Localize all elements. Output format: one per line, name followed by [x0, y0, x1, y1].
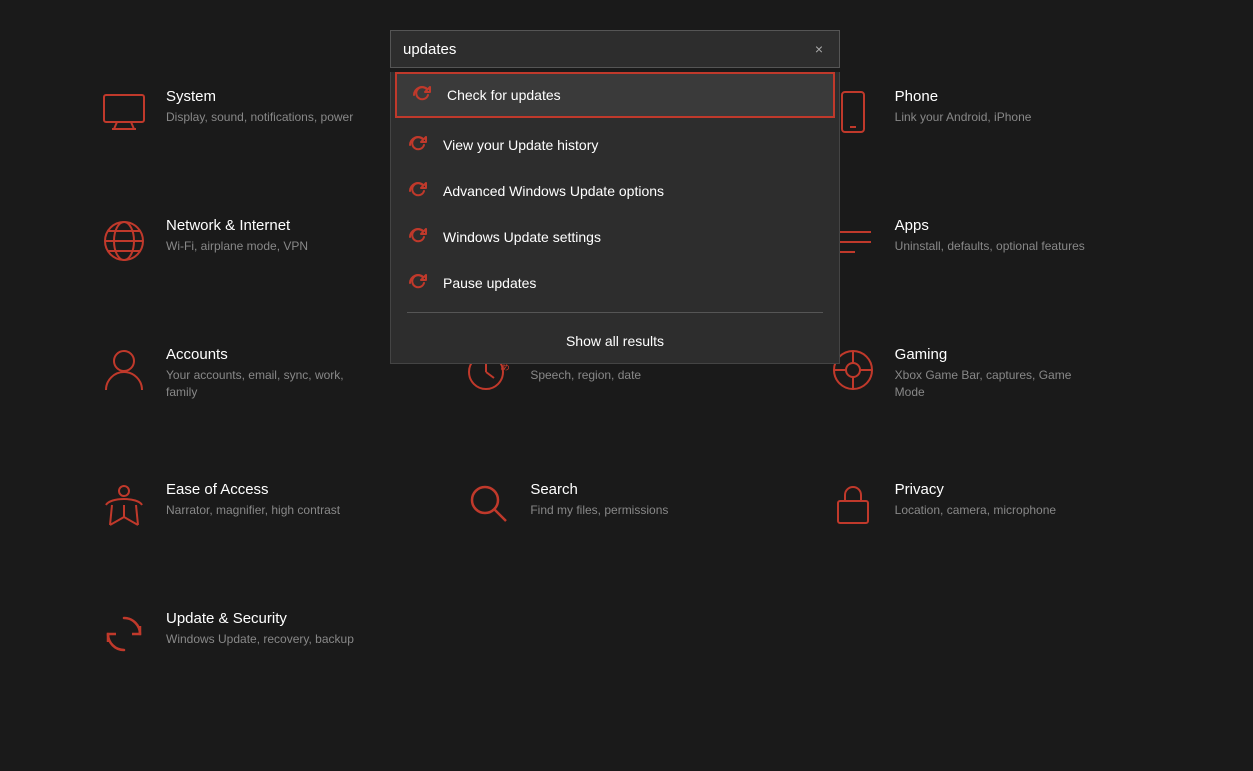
dropdown-divider [407, 312, 823, 313]
refresh-icon-2 [407, 136, 429, 154]
dropdown-item-check-for-updates[interactable]: Check for updates [395, 72, 835, 118]
settings-item-search[interactable]: Search Find my files, permissions [444, 453, 808, 582]
search-input[interactable] [403, 41, 803, 58]
settings-subtitle-phone: Link your Android, iPhone [895, 109, 1032, 126]
search-icon [464, 481, 512, 529]
settings-item-phone[interactable]: Phone Link your Android, iPhone [809, 60, 1173, 189]
settings-text-search: Search Find my files, permissions [530, 481, 668, 519]
settings-title-update-security: Update & Security [166, 610, 354, 627]
refresh-icon [411, 86, 433, 104]
settings-title-ease-of-access: Ease of Access [166, 481, 340, 498]
settings-subtitle-gaming: Xbox Game Bar, captures, Game Mode [895, 367, 1095, 401]
dropdown-item-view-history[interactable]: View your Update history [391, 122, 839, 168]
settings-text-privacy: Privacy Location, camera, microphone [895, 481, 1056, 519]
settings-empty-6 [809, 582, 1173, 711]
dropdown-item-label-3: Advanced Windows Update options [443, 183, 664, 199]
settings-subtitle-update-security: Windows Update, recovery, backup [166, 631, 354, 648]
globe-icon [100, 217, 148, 265]
monitor-icon [100, 88, 148, 136]
settings-title-gaming: Gaming [895, 346, 1095, 363]
refresh-icon-3 [407, 182, 429, 200]
settings-title-apps: Apps [895, 217, 1085, 234]
dropdown-item-pause-updates[interactable]: Pause updates [391, 260, 839, 306]
settings-subtitle-apps: Uninstall, defaults, optional features [895, 238, 1085, 255]
settings-subtitle-time-language: Speech, region, date [530, 367, 648, 384]
show-all-results-label: Show all results [566, 333, 664, 349]
dropdown-item-label-4: Windows Update settings [443, 229, 601, 245]
settings-title-network: Network & Internet [166, 217, 308, 234]
search-dropdown: Check for updates View your Update histo… [390, 72, 840, 364]
settings-item-privacy[interactable]: Privacy Location, camera, microphone [809, 453, 1173, 582]
dropdown-item-label-5: Pause updates [443, 275, 536, 291]
settings-subtitle-ease-of-access: Narrator, magnifier, high contrast [166, 502, 340, 519]
dropdown-item-label: Check for updates [447, 87, 561, 103]
dropdown-item-advanced-options[interactable]: Advanced Windows Update options [391, 168, 839, 214]
refresh-icon-5 [407, 274, 429, 292]
person-icon [100, 346, 148, 394]
settings-subtitle-search: Find my files, permissions [530, 502, 668, 519]
settings-title-search: Search [530, 481, 668, 498]
settings-subtitle-network: Wi-Fi, airplane mode, VPN [166, 238, 308, 255]
settings-title-phone: Phone [895, 88, 1032, 105]
settings-text-gaming: Gaming Xbox Game Bar, captures, Game Mod… [895, 346, 1095, 401]
settings-item-ease-of-access[interactable]: Ease of Access Narrator, magnifier, high… [80, 453, 444, 582]
settings-item-gaming[interactable]: Gaming Xbox Game Bar, captures, Game Mod… [809, 318, 1173, 453]
settings-text-apps: Apps Uninstall, defaults, optional featu… [895, 217, 1085, 255]
settings-text-system: System Display, sound, notifications, po… [166, 88, 353, 126]
settings-subtitle-privacy: Location, camera, microphone [895, 502, 1056, 519]
settings-text-update-security: Update & Security Windows Update, recove… [166, 610, 354, 648]
privacy-icon [829, 481, 877, 529]
settings-item-apps[interactable]: Apps Uninstall, defaults, optional featu… [809, 189, 1173, 318]
search-overlay: × Check for updates View your Update his… [390, 30, 840, 364]
settings-text-ease-of-access: Ease of Access Narrator, magnifier, high… [166, 481, 340, 519]
settings-text-accounts: Accounts Your accounts, email, sync, wor… [166, 346, 366, 401]
settings-empty-5 [444, 582, 808, 711]
settings-text-phone: Phone Link your Android, iPhone [895, 88, 1032, 126]
refresh-icon-4 [407, 228, 429, 246]
settings-subtitle-system: Display, sound, notifications, power [166, 109, 353, 126]
search-clear-button[interactable]: × [811, 39, 827, 59]
dropdown-item-label-2: View your Update history [443, 137, 598, 153]
settings-title-system: System [166, 88, 353, 105]
settings-title-privacy: Privacy [895, 481, 1056, 498]
settings-text-network: Network & Internet Wi-Fi, airplane mode,… [166, 217, 308, 255]
settings-item-update-security[interactable]: Update & Security Windows Update, recove… [80, 582, 444, 711]
update-security-icon [100, 610, 148, 658]
ease-of-access-icon [100, 481, 148, 529]
settings-title-accounts: Accounts [166, 346, 366, 363]
show-all-results-button[interactable]: Show all results [391, 319, 839, 363]
search-input-container: × [390, 30, 840, 68]
dropdown-item-windows-update-settings[interactable]: Windows Update settings [391, 214, 839, 260]
settings-subtitle-accounts: Your accounts, email, sync, work, family [166, 367, 366, 401]
